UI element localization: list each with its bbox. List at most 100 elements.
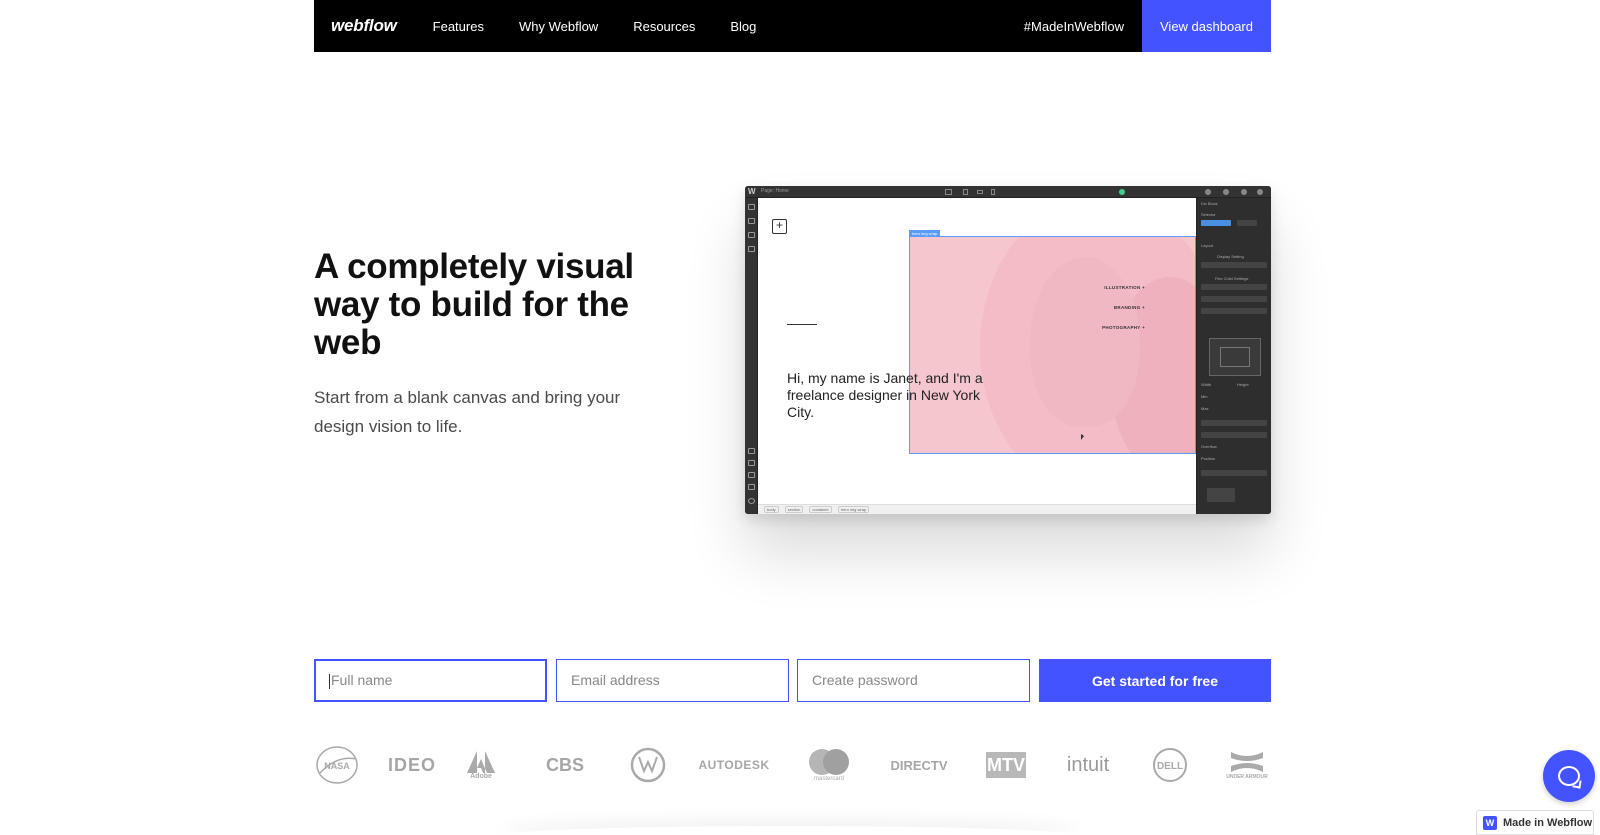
panel-row-1 bbox=[1201, 284, 1267, 290]
made-in-webflow-badge[interactable]: W Made in Webflow bbox=[1476, 810, 1594, 835]
svg-text:DELL: DELL bbox=[1157, 761, 1183, 772]
password-placeholder: Create password bbox=[812, 672, 918, 688]
designer-screenshot: W Page: Home + hero img wrap ILLUSTRATIO… bbox=[745, 186, 1271, 514]
panel-selector-field bbox=[1237, 220, 1257, 226]
chat-bubble-icon bbox=[1558, 766, 1580, 786]
add-panel-icon bbox=[748, 204, 755, 210]
canvas-intro-text: Hi, my name is Janet, and I'm a freelanc… bbox=[787, 370, 983, 420]
nav-links: Features Why Webflow Resources Blog bbox=[433, 19, 792, 34]
text-caret bbox=[329, 673, 330, 689]
photo-face-shape bbox=[1030, 257, 1140, 427]
canvas-divider bbox=[787, 324, 817, 325]
canvas-menu-photography: PHOTOGRAPHY + bbox=[1102, 325, 1145, 330]
mobile-landscape-icon bbox=[977, 190, 983, 194]
interactions-icon bbox=[1257, 189, 1263, 195]
breadcrumb-container: container bbox=[809, 506, 832, 513]
panel-display-label: Display Setting bbox=[1217, 254, 1244, 259]
breadcrumb-section: section bbox=[784, 506, 804, 513]
panel-row-3 bbox=[1201, 308, 1267, 314]
top-navigation: webflow Features Why Webflow Resources B… bbox=[314, 0, 1271, 52]
panel-row-4 bbox=[1201, 420, 1267, 426]
view-dashboard-button[interactable]: View dashboard bbox=[1142, 0, 1271, 52]
breadcrumb-body: body bbox=[764, 506, 779, 513]
brush-icon bbox=[1205, 189, 1211, 195]
nav-link-blog[interactable]: Blog bbox=[730, 19, 756, 34]
panel-element-name: Div Block bbox=[1201, 201, 1218, 206]
navigator-icon bbox=[1241, 189, 1247, 195]
adobe-logo: Adobe bbox=[464, 745, 498, 785]
designer-breadcrumb-bar: body section container hero img wrap bbox=[758, 504, 1196, 514]
panel-width-label: Width bbox=[1201, 382, 1212, 387]
webflow-logo[interactable]: webflow bbox=[331, 16, 397, 36]
panel-selector-chip bbox=[1201, 220, 1231, 226]
canvas-menu-branding: BRANDING + bbox=[1113, 305, 1145, 310]
pages-icon bbox=[748, 218, 755, 224]
autodesk-logo: AUTODESK bbox=[698, 758, 770, 772]
designer-logo: W bbox=[748, 187, 756, 196]
panel-selector-label: Selector bbox=[1201, 212, 1216, 217]
customer-logos: NASA IDEO Adobe CBS VW AUTODESK masterca… bbox=[314, 745, 1274, 785]
full-name-placeholder: Full name bbox=[331, 672, 393, 688]
nav-right: #MadeInWebflow View dashboard bbox=[1024, 0, 1271, 52]
made-in-webflow-label: Made in Webflow bbox=[1503, 816, 1593, 829]
designer-style-panel: Div Block Selector Layout Display Settin… bbox=[1196, 198, 1271, 514]
designer-left-toolbar bbox=[745, 198, 758, 514]
directv-logo: DIRECTV bbox=[890, 757, 948, 773]
webflow-w-icon: W bbox=[1483, 815, 1497, 830]
hero-photo: ILLUSTRATION + BRANDING + PHOTOGRAPHY + bbox=[909, 236, 1196, 454]
panel-overflow-label: Overflow bbox=[1201, 444, 1217, 449]
full-name-input[interactable]: Full name bbox=[314, 659, 547, 702]
panel-max-label: Max bbox=[1201, 406, 1209, 411]
panel-row-7 bbox=[1207, 488, 1235, 502]
ideo-logo: IDEO bbox=[387, 754, 436, 775]
panel-position-label: Position bbox=[1201, 456, 1216, 461]
panel-row-5 bbox=[1201, 432, 1267, 438]
page-selector: Page: Home bbox=[761, 188, 789, 194]
breadcrumb-hero-img-wrap: hero img wrap bbox=[837, 506, 870, 513]
dell-logo: DELL bbox=[1152, 745, 1188, 785]
designer-canvas: + hero img wrap ILLUSTRATION + BRANDING … bbox=[758, 198, 1196, 504]
volkswagen-logo: VW bbox=[628, 745, 668, 785]
nav-link-why-webflow[interactable]: Why Webflow bbox=[519, 19, 598, 34]
hero-title: A completely visual way to build for the… bbox=[314, 247, 634, 362]
svg-text:NASA: NASA bbox=[324, 761, 350, 771]
canvas-menu-illustration: ILLUSTRATION + bbox=[1104, 285, 1145, 290]
panel-display-row bbox=[1201, 262, 1267, 268]
panel-height-label: Height bbox=[1237, 382, 1249, 387]
designer-topbar: W Page: Home bbox=[745, 186, 1271, 198]
panel-layout-label: Layout bbox=[1201, 243, 1214, 248]
preview-icon bbox=[748, 472, 755, 478]
select-tool-icon bbox=[748, 448, 755, 454]
nav-link-made-in-webflow[interactable]: #MadeInWebflow bbox=[1024, 19, 1124, 34]
get-started-button[interactable]: Get started for free bbox=[1039, 659, 1271, 702]
panel-row-6 bbox=[1201, 470, 1267, 476]
mtv-logo: MTV bbox=[986, 752, 1026, 778]
panel-flex-label: Flex Child Settings bbox=[1215, 276, 1249, 281]
gear-icon bbox=[1223, 189, 1229, 195]
cbs-logo: CBS bbox=[545, 754, 584, 775]
cms-icon bbox=[748, 246, 755, 252]
hero-subtitle: Start from a blank canvas and bring your… bbox=[314, 388, 621, 436]
password-input[interactable]: Create password bbox=[797, 659, 1030, 702]
mouse-cursor-icon bbox=[1081, 434, 1084, 440]
navigator-panel-icon bbox=[748, 232, 755, 238]
panel-row-2 bbox=[1201, 296, 1267, 302]
desktop-icon bbox=[945, 189, 952, 195]
add-element-icon: + bbox=[772, 219, 787, 234]
email-input[interactable]: Email address bbox=[556, 659, 789, 702]
settings-tool-icon bbox=[748, 484, 755, 490]
under-armour-logo: UNDER ARMOUR bbox=[1220, 745, 1274, 785]
email-placeholder: Email address bbox=[571, 672, 660, 688]
panel-min-label: Min bbox=[1201, 394, 1208, 399]
mobile-portrait-icon bbox=[991, 189, 995, 195]
tablet-icon bbox=[963, 189, 968, 195]
grid-tool-icon bbox=[748, 460, 755, 466]
panel-box-model bbox=[1209, 338, 1261, 376]
nav-link-resources[interactable]: Resources bbox=[633, 19, 695, 34]
chat-support-button[interactable] bbox=[1543, 750, 1595, 802]
intuit-logo: intuit bbox=[1066, 753, 1110, 776]
mastercard-logo: mastercard bbox=[806, 745, 852, 785]
section-shadow bbox=[500, 826, 1080, 835]
status-icon bbox=[1119, 189, 1125, 195]
nav-link-features[interactable]: Features bbox=[433, 19, 484, 34]
